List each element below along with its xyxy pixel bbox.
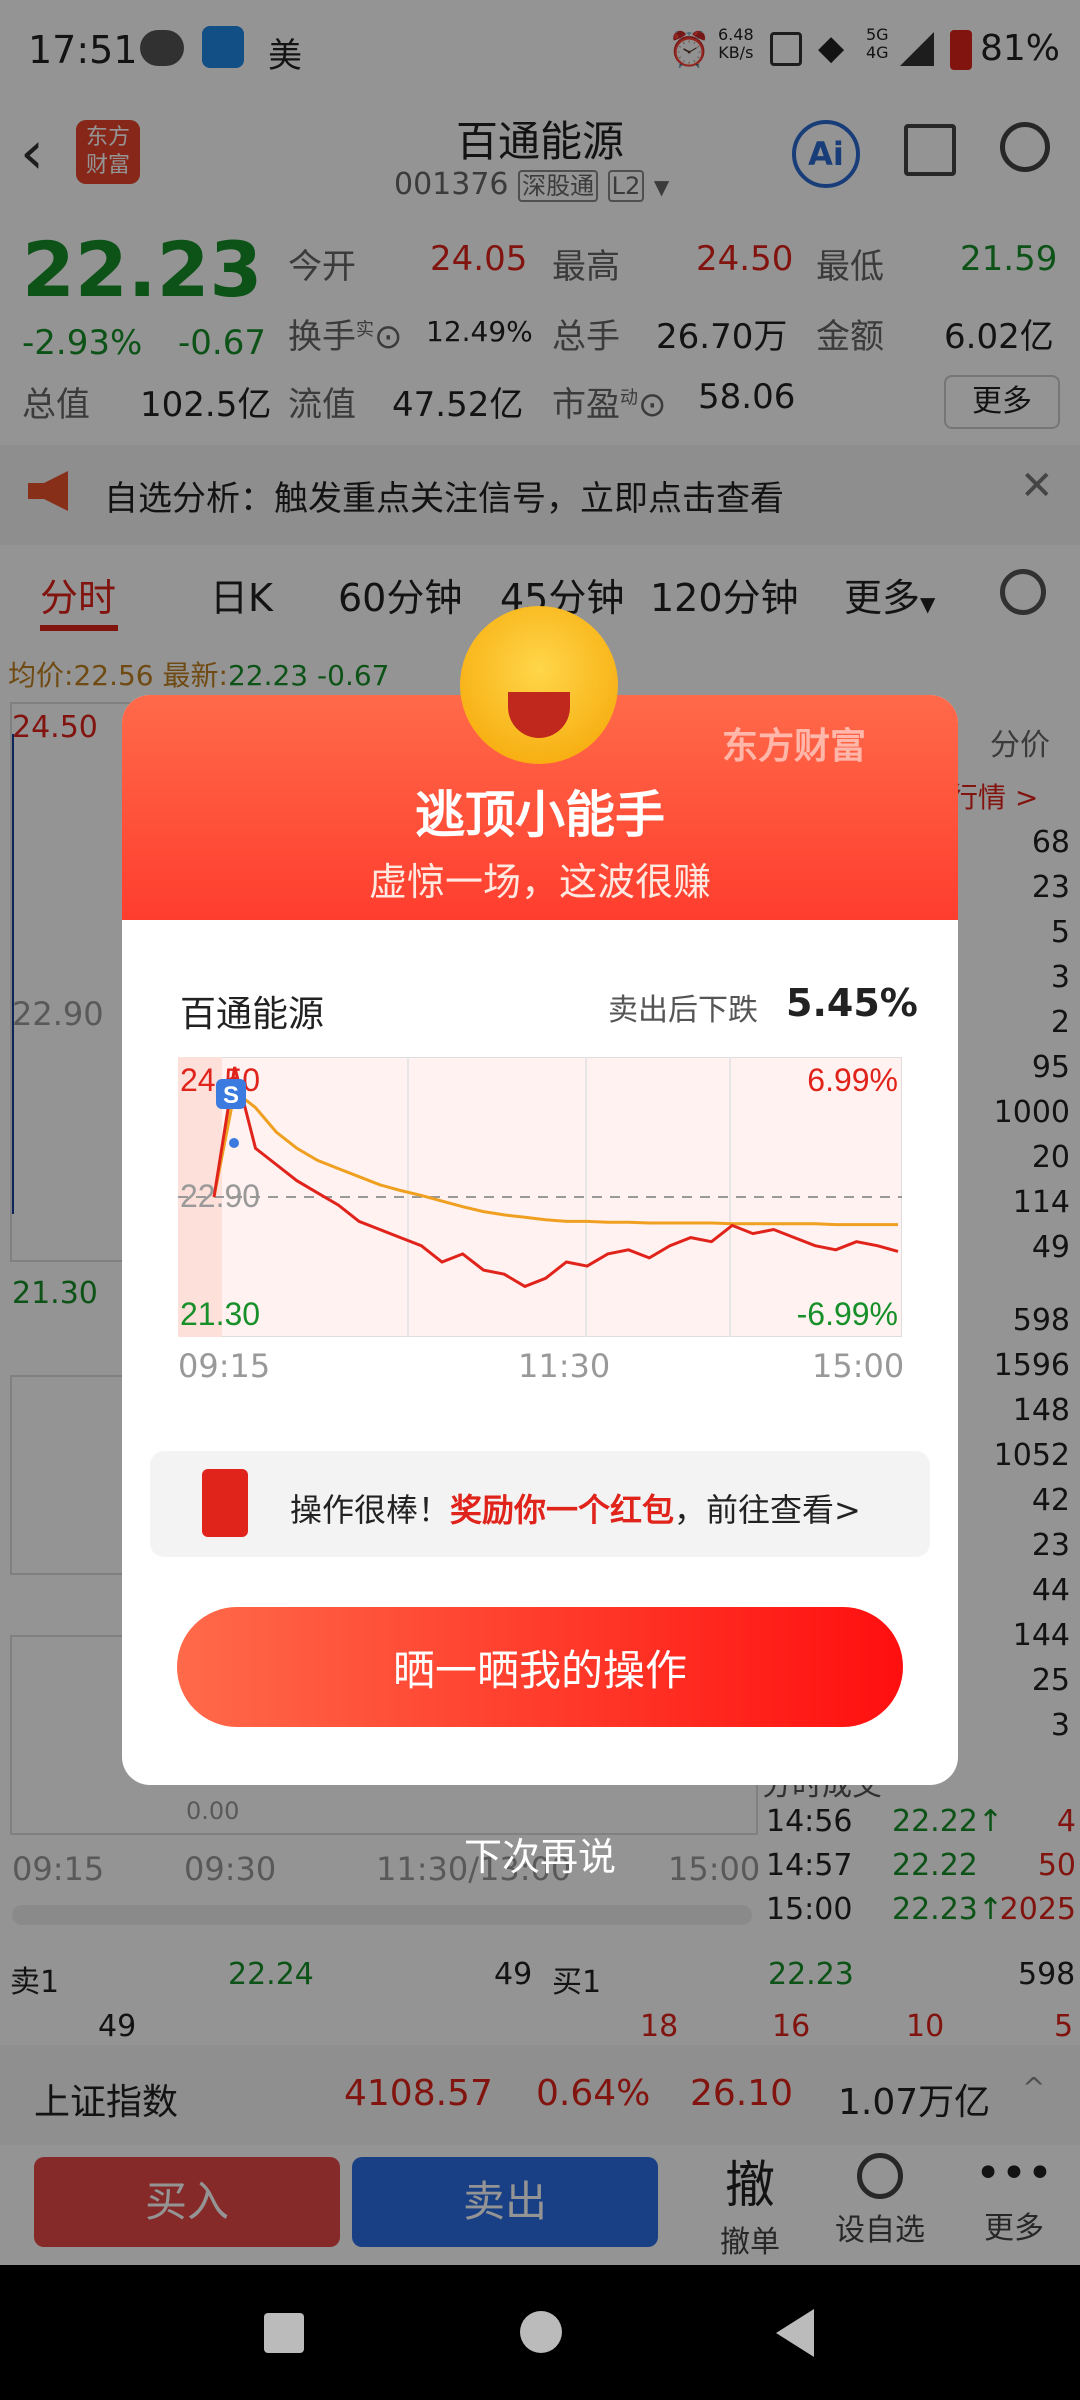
red-packet-icon	[202, 1469, 248, 1537]
achievement-modal: 东方财富 逃顶小能手 虚惊一场，这波很赚 百通能源 卖出后下跌 5.45% 24…	[122, 695, 958, 1785]
emoji-mouth	[508, 692, 570, 738]
y-low-label: 21.30	[180, 1296, 260, 1332]
modal-stock-name: 百通能源	[180, 994, 325, 1035]
y-mid-label: 22.90	[180, 1178, 260, 1214]
pct-low-label: -6.99%	[797, 1296, 898, 1332]
red-packet-text: 操作很棒！奖励你一个红包，前往查看>	[290, 1491, 861, 1529]
sell-marker-text: S	[223, 1082, 239, 1109]
red-packet-banner[interactable]: 操作很棒！奖励你一个红包，前往查看>	[150, 1451, 930, 1557]
app-screen: 17:51 美 ⏰ 6.48 KB/s ◆ 5G 4G 81% ‹ 东方 财富 百…	[0, 0, 1080, 2400]
drop-label: 卖出后下跌	[608, 993, 758, 1028]
share-operation-button[interactable]: 晒一晒我的操作	[177, 1607, 903, 1727]
recents-button[interactable]	[264, 2313, 304, 2353]
system-navigation-bar	[0, 2265, 1080, 2400]
laughing-emoji-icon	[460, 606, 618, 764]
modal-x-tick-start: 09:15	[178, 1347, 271, 1385]
back-button[interactable]	[776, 2309, 814, 2357]
drop-value: 5.45%	[786, 981, 918, 1025]
pct-high-label: 6.99%	[807, 1062, 898, 1098]
modal-subtitle: 虚惊一场，这波很赚	[368, 860, 711, 904]
home-button[interactable]	[520, 2311, 562, 2353]
sell-chart: 24.50 22.90 21.30 6.99% -6.99% S	[178, 1057, 902, 1337]
modal-x-tick-mid: 11:30	[518, 1347, 611, 1385]
brand-watermark: 东方财富	[722, 726, 867, 767]
modal-x-tick-end: 15:00	[812, 1347, 905, 1385]
dismiss-link[interactable]: 下次再说	[440, 1826, 640, 1881]
modal-title: 逃顶小能手	[415, 786, 665, 844]
sell-point	[229, 1138, 239, 1148]
